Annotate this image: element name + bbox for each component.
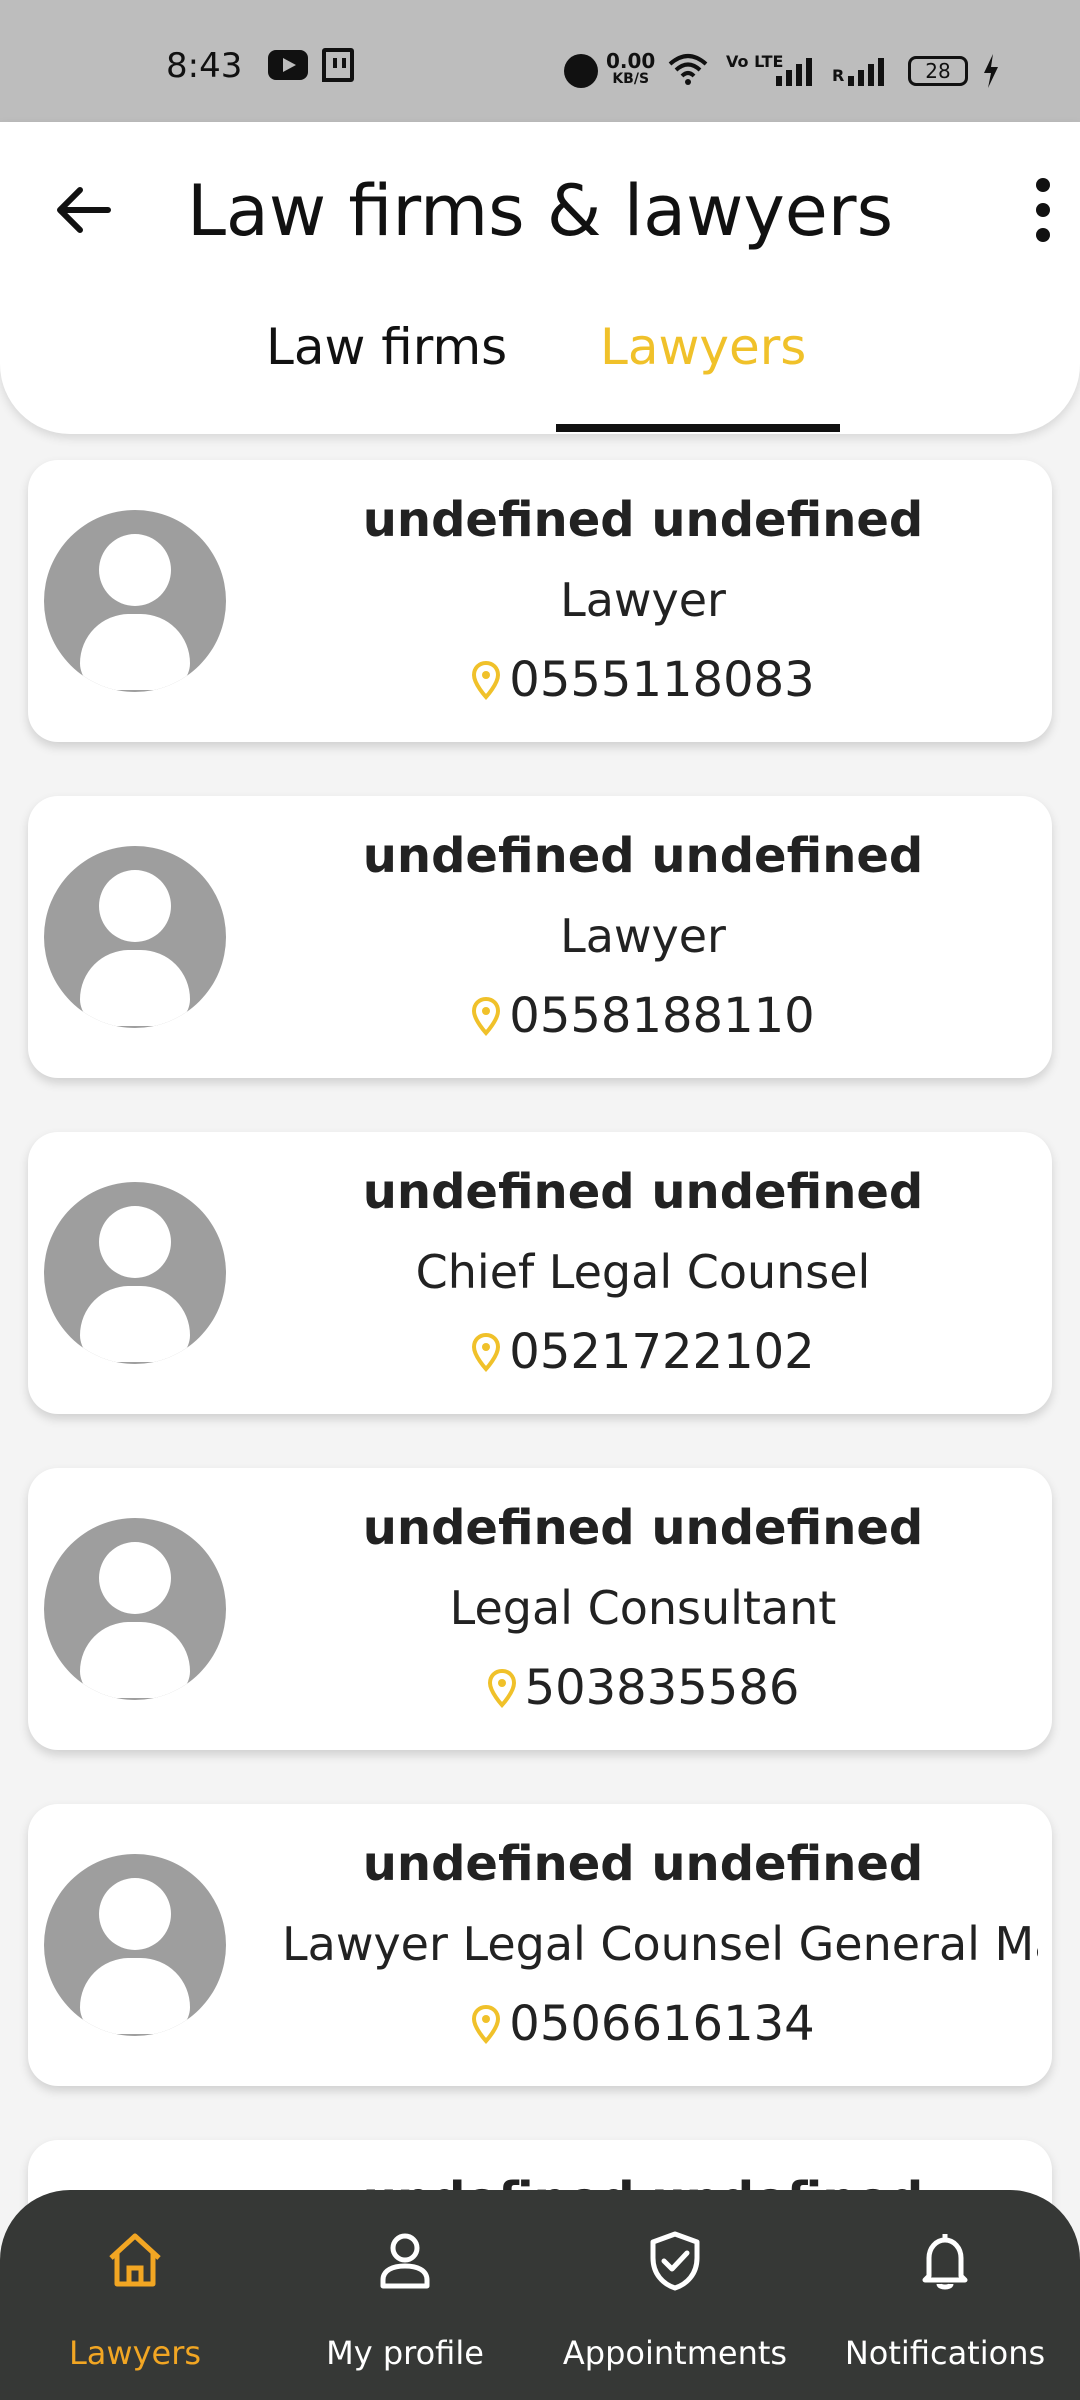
lawyer-card[interactable]: undefined undefined Lawyer 0555118083 xyxy=(28,460,1052,742)
youtube-icon xyxy=(268,50,308,80)
shield-check-icon xyxy=(650,2231,700,2291)
avatar xyxy=(44,1854,226,2036)
location-pin-icon xyxy=(472,996,501,1036)
lawyer-phone: 503835586 xyxy=(524,1660,800,1716)
page-title: Law firms & lawyers xyxy=(186,170,894,252)
twitch-icon xyxy=(322,48,354,82)
tab-active-indicator xyxy=(556,424,840,432)
roaming-indicator: R xyxy=(832,66,845,85)
alarm-icon xyxy=(564,54,598,88)
lawyer-phone-row: 0506616134 xyxy=(248,1984,1038,2064)
lawyer-role: Chief Legal Counsel xyxy=(415,1245,871,1299)
lawyer-role: Legal Consultant xyxy=(449,1581,837,1635)
nav-item-my-profile[interactable]: My profile xyxy=(270,2190,540,2400)
location-pin-icon xyxy=(472,1332,501,1372)
lawyer-name: undefined undefined xyxy=(362,492,924,548)
location-pin-icon xyxy=(487,1668,516,1708)
status-bar: 8:43 0.00 KB/S Vo LTE R 28 xyxy=(0,0,1080,122)
avatar xyxy=(44,1182,226,1364)
location-pin-icon xyxy=(472,2004,501,2044)
nav-label: Appointments xyxy=(562,2334,788,2372)
network-speed: 0.00 KB/S xyxy=(606,49,656,88)
lawyer-name: undefined undefined xyxy=(362,828,924,884)
lawyer-card[interactable]: undefined undefined Legal Consultant 503… xyxy=(28,1468,1052,1750)
battery-icon: 28 xyxy=(908,56,968,86)
location-pin-icon xyxy=(472,660,501,700)
lawyer-role: Lawyer Legal Counsel General Ma xyxy=(282,1917,1038,1971)
avatar xyxy=(44,1518,226,1700)
lawyer-name: undefined undefined xyxy=(362,1164,924,1220)
nav-item-lawyers[interactable]: Lawyers xyxy=(0,2190,270,2400)
network-speed-unit: KB/S xyxy=(612,71,650,87)
lawyer-phone: 0521722102 xyxy=(509,1324,815,1380)
nav-item-appointments[interactable]: Appointments xyxy=(540,2190,810,2400)
lawyer-role: Lawyer xyxy=(560,909,726,963)
avatar xyxy=(44,510,226,692)
lawyer-card[interactable]: undefined undefined Chief Legal Counsel … xyxy=(28,1132,1052,1414)
nav-label: My profile xyxy=(326,2334,484,2372)
tab-law-firms[interactable]: Law firms xyxy=(266,318,507,376)
person-icon xyxy=(380,2233,430,2289)
lawyer-name: undefined undefined xyxy=(362,1500,924,1556)
lawyer-card[interactable]: undefined undefined Lawyer Legal Counsel… xyxy=(28,1804,1052,2086)
nav-item-notifications[interactable]: Notifications xyxy=(810,2190,1080,2400)
lawyer-phone-row: 503835586 xyxy=(248,1648,1038,1728)
nav-label: Notifications xyxy=(844,2334,1046,2372)
lawyer-phone-row: 0521722102 xyxy=(248,1312,1038,1392)
lawyer-phone: 0506616134 xyxy=(509,1996,815,2052)
more-vertical-icon[interactable] xyxy=(1024,178,1064,242)
lawyer-name: undefined undefined xyxy=(362,1836,924,1892)
status-time: 8:43 xyxy=(166,46,243,86)
bottom-navigation: Lawyers My profile Appointments Notifica… xyxy=(0,2190,1080,2400)
bell-icon xyxy=(922,2234,968,2290)
network-speed-value: 0.00 xyxy=(606,49,656,73)
avatar xyxy=(44,846,226,1028)
charging-icon xyxy=(984,54,998,88)
lawyer-phone-row: 0555118083 xyxy=(248,640,1038,720)
signal-icon-secondary xyxy=(848,56,884,86)
wifi-icon xyxy=(668,54,708,85)
lawyer-phone: 0555118083 xyxy=(509,652,815,708)
lawyer-card[interactable]: undefined undefined Lawyer 0558188110 xyxy=(28,796,1052,1078)
volte-indicator: Vo LTE xyxy=(726,52,784,71)
home-icon xyxy=(109,2233,161,2287)
nav-label: Lawyers xyxy=(68,2334,202,2372)
tab-lawyers[interactable]: Lawyers xyxy=(600,318,806,376)
app-header: Law firms & lawyers Law firms Lawyers xyxy=(0,122,1080,434)
signal-icon xyxy=(776,56,812,86)
lawyer-role: Lawyer xyxy=(560,573,726,627)
lawyer-phone: 0558188110 xyxy=(509,988,815,1044)
lawyer-phone-row: 0558188110 xyxy=(248,976,1038,1056)
